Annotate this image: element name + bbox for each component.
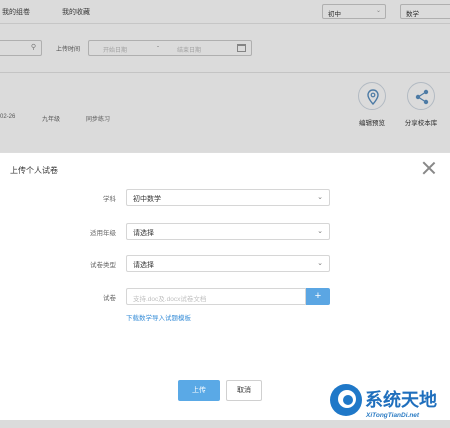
subject-dropdown-value: 初中数学 <box>133 196 161 203</box>
edit-preview-label: 编辑预览 <box>359 120 385 127</box>
grade-dropdown-value: 请选择 <box>133 230 154 237</box>
file-upload-field[interactable]: 支持.doc及.docx试卷文档 <box>126 288 306 305</box>
chevron-down-icon: ⌄ <box>375 8 381 14</box>
chevron-down-icon: ⌄ <box>317 194 323 201</box>
paper-type-label: 试卷类型 <box>90 262 116 269</box>
date-range-picker[interactable]: 开始日期 - 结束日期 <box>88 40 252 56</box>
date-end-input[interactable]: 结束日期 <box>177 45 201 54</box>
download-template-link[interactable]: 下载数学导入试题模板 <box>126 312 191 322</box>
grade-select[interactable]: 初中 ⌄ <box>322 4 386 19</box>
subject-dropdown[interactable]: 初中数学 ⌄ <box>126 189 330 206</box>
share-icon <box>407 82 435 110</box>
cancel-button[interactable]: 取消 <box>226 380 262 401</box>
filter-bar: ⚲ 上传时间 开始日期 - 结束日期 <box>0 34 450 64</box>
close-icon[interactable] <box>422 161 436 175</box>
watermark-en: XiTongTianDi.net <box>366 412 420 419</box>
calendar-icon[interactable] <box>237 44 246 52</box>
paper-type-dropdown-value: 请选择 <box>133 262 154 269</box>
edit-preview-button[interactable]: 编辑预览 <box>350 82 394 127</box>
subject-label: 学科 <box>103 196 116 203</box>
chevron-down-icon: ⌄ <box>317 260 323 267</box>
dialog-title: 上传个人试卷 <box>10 166 58 175</box>
search-input[interactable]: ⚲ <box>0 40 42 56</box>
paper-type: 同步练习 <box>86 117 111 123</box>
paper-date: 02-26 <box>0 114 16 120</box>
location-pin-icon <box>358 82 386 110</box>
date-start-input[interactable]: 开始日期 <box>103 45 127 54</box>
date-separator: - <box>157 44 159 50</box>
upload-paper-dialog: 上传个人试卷 学科 初中数学 ⌄ 适用年级 请选择 ⌄ 试卷类型 请选择 ⌄ 试… <box>0 152 450 420</box>
grade-select-value: 初中 <box>328 11 341 18</box>
chevron-down-icon: ⌄ <box>317 228 323 235</box>
top-navigation: 我的组卷 我的收藏 初中 ⌄ 数学 <box>0 0 450 24</box>
nav-my-papers[interactable]: 我的组卷 <box>2 7 30 17</box>
nav-my-favorites[interactable]: 我的收藏 <box>62 7 90 17</box>
upload-button[interactable]: 上传 <box>178 380 220 401</box>
share-button[interactable]: 分享校本库 <box>399 82 443 127</box>
site-logo-icon <box>330 384 362 416</box>
add-file-button[interactable]: + <box>306 288 330 305</box>
file-upload-placeholder: 支持.doc及.docx试卷文档 <box>133 296 207 303</box>
subject-select[interactable]: 数学 <box>400 4 450 19</box>
site-watermark: 系统天地 XiTongTianDi.net <box>330 384 450 428</box>
paper-grade: 九年级 <box>42 117 61 123</box>
divider <box>0 72 450 73</box>
file-label: 试卷 <box>103 295 116 302</box>
share-label: 分享校本库 <box>404 120 438 127</box>
search-icon: ⚲ <box>30 44 36 51</box>
grade-dropdown[interactable]: 请选择 ⌄ <box>126 223 330 240</box>
watermark-cn: 系统天地 <box>365 390 437 411</box>
subject-select-value: 数学 <box>406 11 419 18</box>
upload-time-label: 上传时间 <box>56 47 81 53</box>
paper-type-dropdown[interactable]: 请选择 ⌄ <box>126 255 330 272</box>
grade-label: 适用年级 <box>90 230 116 237</box>
